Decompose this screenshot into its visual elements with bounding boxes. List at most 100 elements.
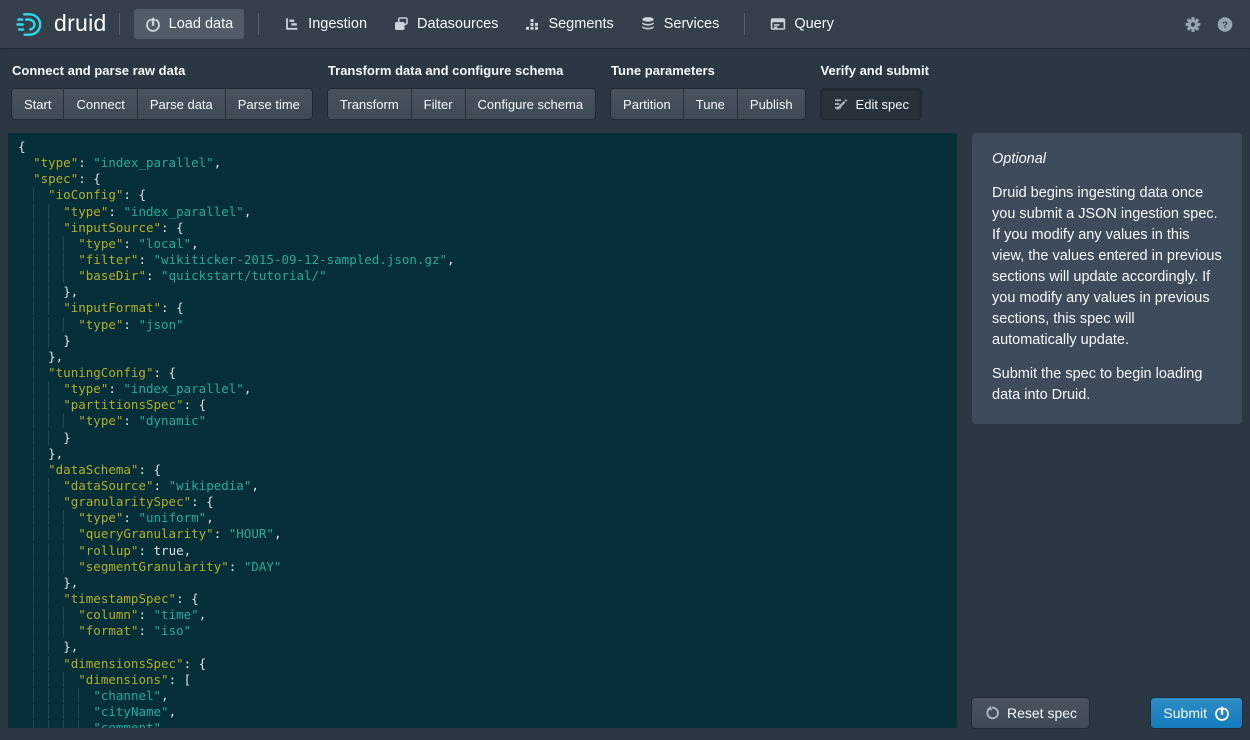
nav-item-datasources[interactable]: Datasources [382,9,509,39]
code-line: "type": "json" [18,317,957,333]
settings-gear-button[interactable] [1182,13,1204,35]
nav-divider [119,13,120,35]
code-line: "inputSource": { [18,220,957,236]
code-line: } [18,333,957,349]
code-line: "dimensions": [ [18,672,957,688]
side-panel: Optional Druid begins ingesting data onc… [972,133,1242,728]
step-label: Partition [623,98,671,111]
submit-button[interactable]: Submit [1151,698,1242,728]
step-parse-data[interactable]: Parse data [137,89,225,119]
code-line: }, [18,575,957,591]
code-line: "timestampSpec": { [18,591,957,607]
step-parse-time[interactable]: Parse time [225,89,312,119]
code-line: "format": "iso" [18,623,957,639]
code-line: "dataSource": "wikipedia", [18,478,957,494]
optional-callout: Optional Druid begins ingesting data onc… [972,133,1242,424]
code-line: "dimensionsSpec": { [18,656,957,672]
step-partition[interactable]: Partition [611,89,683,119]
help-icon: ? [1217,16,1233,32]
callout-paragraph: Druid begins ingesting data once you sub… [992,183,1222,351]
step-label: Filter [424,98,453,111]
help-button[interactable]: ? [1214,13,1236,35]
step-group: Tune parameters Partition Tune Publish [611,63,805,119]
step-group-title: Connect and parse raw data [12,63,312,79]
step-group-title: Transform data and configure schema [328,63,595,79]
nav-item-segments[interactable]: Segments [513,9,624,39]
code-line: }, [18,639,957,655]
application-icon [770,16,786,32]
step-label: Connect [76,98,124,111]
spec-editor[interactable]: { "type": "index_parallel", "spec": { "i… [8,133,957,728]
step-label: Transform [340,98,399,111]
step-filter[interactable]: Filter [411,89,465,119]
code-line: "baseDir": "quickstart/tutorial/" [18,268,957,284]
reset-icon [984,705,1000,721]
step-button-group: Partition Tune Publish [611,89,805,119]
code-line: }, [18,284,957,300]
nav-item-load-data[interactable]: Load data [134,9,245,39]
code-line: "channel", [18,688,957,704]
step-configure-schema[interactable]: Configure schema [465,89,596,119]
code-line: "column": "time", [18,607,957,623]
step-label: Publish [750,98,793,111]
druid-logo[interactable]: druid [14,9,107,40]
svg-text:?: ? [1222,20,1228,31]
step-button-group: Start Connect Parse data Parse time [12,89,312,119]
database-icon [640,16,656,32]
step-tune[interactable]: Tune [683,89,737,119]
druid-logo-icon [14,9,45,40]
code-line: "filter": "wikiticker-2015-09-12-sampled… [18,252,957,268]
step-group-title: Tune parameters [611,63,805,79]
upload-icon [145,16,161,32]
reset-spec-label: Reset spec [1007,706,1077,720]
nav-items: Ingestion Datasources Segments Services Quer… [271,9,847,39]
multi-select-icon [393,16,409,32]
step-publish[interactable]: Publish [737,89,805,119]
code-line: "queryGranularity": "HOUR", [18,526,957,542]
nav-divider [258,13,259,35]
code-line: "ioConfig": { [18,187,957,203]
nav-item-label: Query [794,17,834,32]
stacked-chart-icon [524,16,540,32]
nav-item-ingestion[interactable]: Ingestion [273,9,378,39]
step-group-title: Verify and submit [821,63,929,79]
nav-item-label: Services [664,17,720,32]
step-group: Verify and submit Edit spec [821,63,929,119]
step-connect[interactable]: Connect [63,89,136,119]
step-label: Edit spec [856,98,909,111]
nav-item-label: Load data [169,17,234,32]
top-navbar: druid Load data Ingestion Datasources Segm… [0,0,1250,48]
gantt-chart-icon [284,16,300,32]
code-line: "dataSchema": { [18,462,957,478]
code-line: "tuningConfig": { [18,365,957,381]
code-line: "type": "index_parallel", [18,204,957,220]
nav-item-services[interactable]: Services [629,9,731,39]
step-label: Parse time [238,98,300,111]
code-line: }, [18,446,957,462]
step-start[interactable]: Start [12,89,63,119]
step-group: Transform data and configure schema Trans… [328,63,595,119]
code-line: "spec": { [18,171,957,187]
callout-title: Optional [992,149,1222,170]
code-line: "segmentGranularity": "DAY" [18,559,957,575]
code-line: "inputFormat": { [18,300,957,316]
spec-code: { "type": "index_parallel", "spec": { "i… [18,139,957,728]
nav-item-query[interactable]: Query [759,9,845,39]
action-buttons: Reset spec Submit [972,698,1242,728]
step-edit-spec[interactable]: Edit spec [821,89,921,119]
brand-text: druid [54,12,107,37]
step-button-group: Edit spec [821,89,921,119]
druid-console: druid Load data Ingestion Datasources Segm… [0,0,1250,740]
nav-item-label: Segments [548,17,613,32]
step-nav: Connect and parse raw data Start Connect Pa… [0,48,1250,133]
main-area: { "type": "index_parallel", "spec": { "i… [0,133,1250,740]
reset-spec-button[interactable]: Reset spec [972,698,1089,728]
code-line: "type": "local", [18,236,957,252]
step-button-group: Transform Filter Configure schema [328,89,595,119]
step-transform[interactable]: Transform [328,89,411,119]
nav-item-label: Ingestion [308,17,367,32]
code-line: "type": "uniform", [18,510,957,526]
edit-spec-icon [833,96,849,112]
code-line: "cityName", [18,704,957,720]
nav-divider [744,13,745,35]
